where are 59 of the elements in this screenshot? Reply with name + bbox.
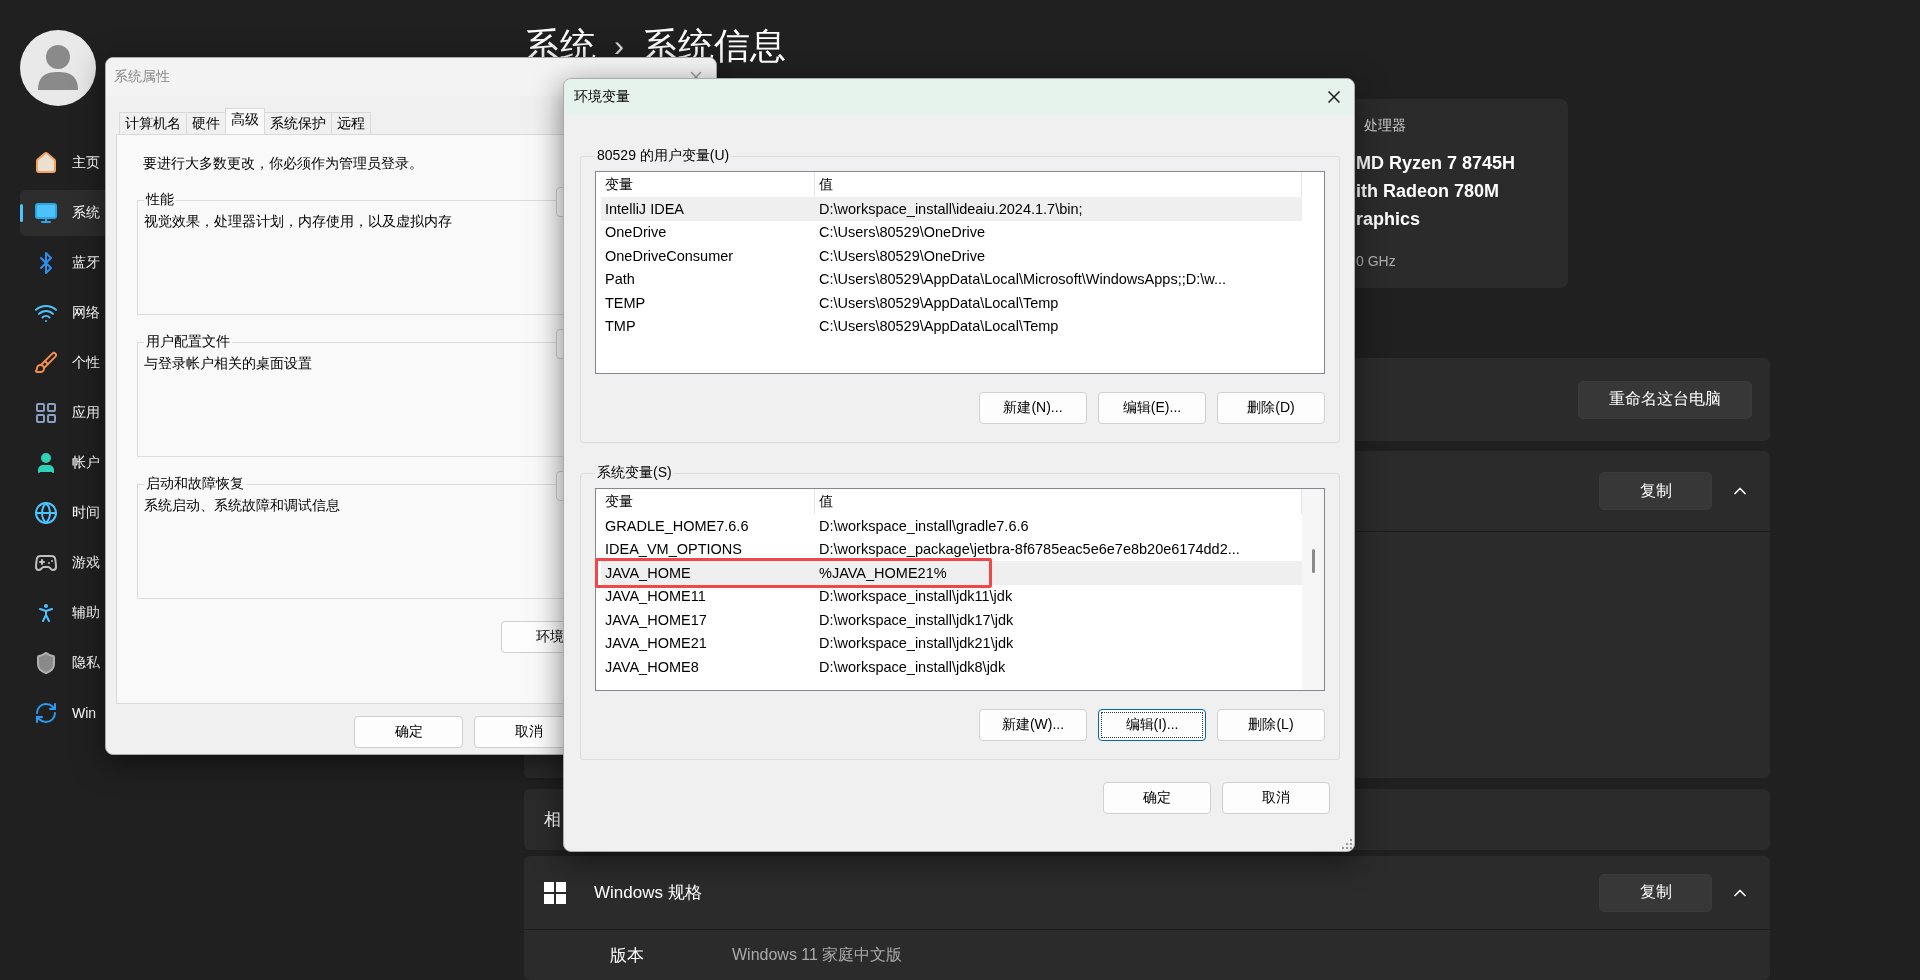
variable-value: D:\workspace_install\jdk21\jdk [818, 635, 1014, 652]
nav-label: Win [72, 705, 97, 721]
variable-value: D:\workspace_install\gradle7.6.6 [818, 517, 1029, 534]
variable-value: %JAVA_HOME21% [818, 564, 947, 581]
variable-name: IntelliJ IDEA [604, 200, 685, 217]
variable-name: JAVA_HOME11 [604, 588, 707, 605]
variable-value: D:\workspace_install\ideaiu.2024.1.7\bin; [818, 200, 1083, 217]
processor-name: raphics [1356, 208, 1422, 231]
group-title: 性能 [144, 191, 175, 209]
variable-value: D:\workspace_install\jdk8\jdk [818, 658, 1006, 675]
spec-label: 版本 [610, 944, 645, 967]
nav-label: 主页 [72, 154, 100, 172]
group-title: 80529 的用户变量(U) [596, 147, 731, 165]
notice-text: 要进行大多数更改，你必须作为管理员登录。 [143, 155, 423, 173]
variable-value: D:\workspace_package\jetbra-8f6785eac5e6e7e8b20e6174dd2... [818, 541, 1240, 558]
variable-value: C:\Users\80529\AppData\Local\Temp [818, 294, 1059, 311]
variable-value: D:\workspace_install\jdk11\jdk [818, 588, 1013, 605]
variable-name: TMP [604, 318, 637, 335]
nav-label: 蓝牙 [72, 254, 100, 272]
variable-name: IDEA_VM_OPTIONS [604, 541, 743, 558]
section-title: 相 [544, 809, 561, 832]
group-description: 视觉效果，处理器计划，内存使用，以及虚拟内存 [144, 213, 452, 231]
variable-value: C:\Users\80529\AppData\Local\Microsoft\WindowsApps;;D:\w... [818, 271, 1226, 288]
processor-name: ith Radeon 780M [1356, 180, 1501, 203]
variable-name: JAVA_HOME17 [604, 611, 708, 628]
nav-label: 帐户 [72, 454, 100, 472]
group-description: 与登录帐户相关的桌面设置 [144, 355, 312, 373]
variable-value: C:\Users\80529\OneDrive [818, 247, 985, 264]
variable-name: Path [604, 271, 636, 288]
group-title: 用户配置文件 [145, 333, 231, 351]
spec-value: Windows 11 家庭中文版 [732, 944, 903, 965]
processor-name: MD Ryzen 7 8745H [1356, 152, 1517, 175]
group-description: 系统启动、系统故障和调试信息 [144, 497, 340, 515]
group-title: 启动和故障恢复 [145, 475, 245, 493]
variable-name: OneDrive [604, 224, 668, 241]
nav-label: 应用 [72, 404, 100, 422]
processor-label: 处理器 [1364, 117, 1407, 135]
window-title: 系统属性 [114, 68, 170, 86]
nav-label: 游戏 [72, 554, 100, 572]
nav-label: 系统 [72, 204, 100, 222]
nav-label: 时间 [72, 504, 100, 522]
variable-name: OneDriveConsumer [604, 247, 735, 264]
variable-value: C:\Users\80529\AppData\Local\Temp [818, 318, 1059, 335]
variable-name: GRADLE_HOME7.6.6 [604, 517, 750, 534]
nav-label: 隐私 [72, 654, 100, 672]
variable-value: C:\Users\80529\OneDrive [818, 224, 985, 241]
processor-speed: 0 GHz [1356, 253, 1397, 269]
breadcrumb-separator: › [614, 28, 624, 64]
nav-label: 个性 [72, 354, 100, 372]
nav-label: 辅助 [72, 604, 100, 622]
variable-name: JAVA_HOME8 [604, 658, 700, 675]
nav-label: 网络 [72, 304, 100, 322]
section-title: Windows 规格 [594, 882, 702, 904]
group-title: 系统变量(S) [596, 464, 673, 482]
variable-name: JAVA_HOME21 [604, 635, 708, 652]
variable-value: D:\workspace_install\jdk17\jdk [818, 611, 1014, 628]
variable-name: JAVA_HOME [604, 564, 692, 581]
variable-name: TEMP [604, 294, 647, 311]
window-title: 环境变量 [574, 88, 630, 106]
